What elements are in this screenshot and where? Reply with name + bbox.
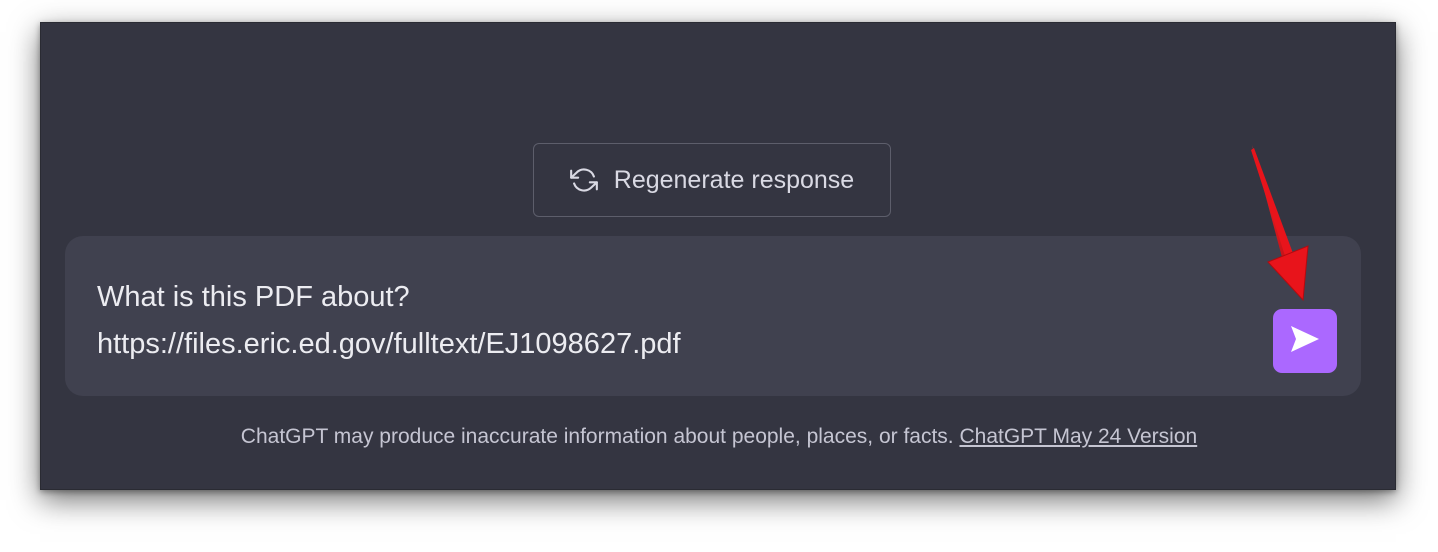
message-text[interactable]: What is this PDF about? https://files.er… [97, 274, 681, 368]
regenerate-response-button[interactable]: Regenerate response [533, 143, 891, 217]
send-button[interactable] [1273, 309, 1337, 373]
regenerate-response-label: Regenerate response [613, 165, 855, 194]
footer-disclaimer: ChatGPT may produce inaccurate informati… [41, 425, 1397, 449]
message-input[interactable]: What is this PDF about? https://files.er… [65, 236, 1361, 396]
send-icon [1288, 324, 1322, 359]
message-line-1: What is this PDF about? [97, 281, 410, 313]
refresh-icon [569, 166, 598, 194]
disclaimer-text: ChatGPT may produce inaccurate informati… [240, 425, 960, 448]
version-link[interactable]: ChatGPT May 24 Version [959, 425, 1197, 448]
chat-window: Regenerate response What is this PDF abo… [40, 22, 1396, 490]
message-line-2: https://files.eric.ed.gov/fulltext/EJ109… [97, 328, 681, 360]
